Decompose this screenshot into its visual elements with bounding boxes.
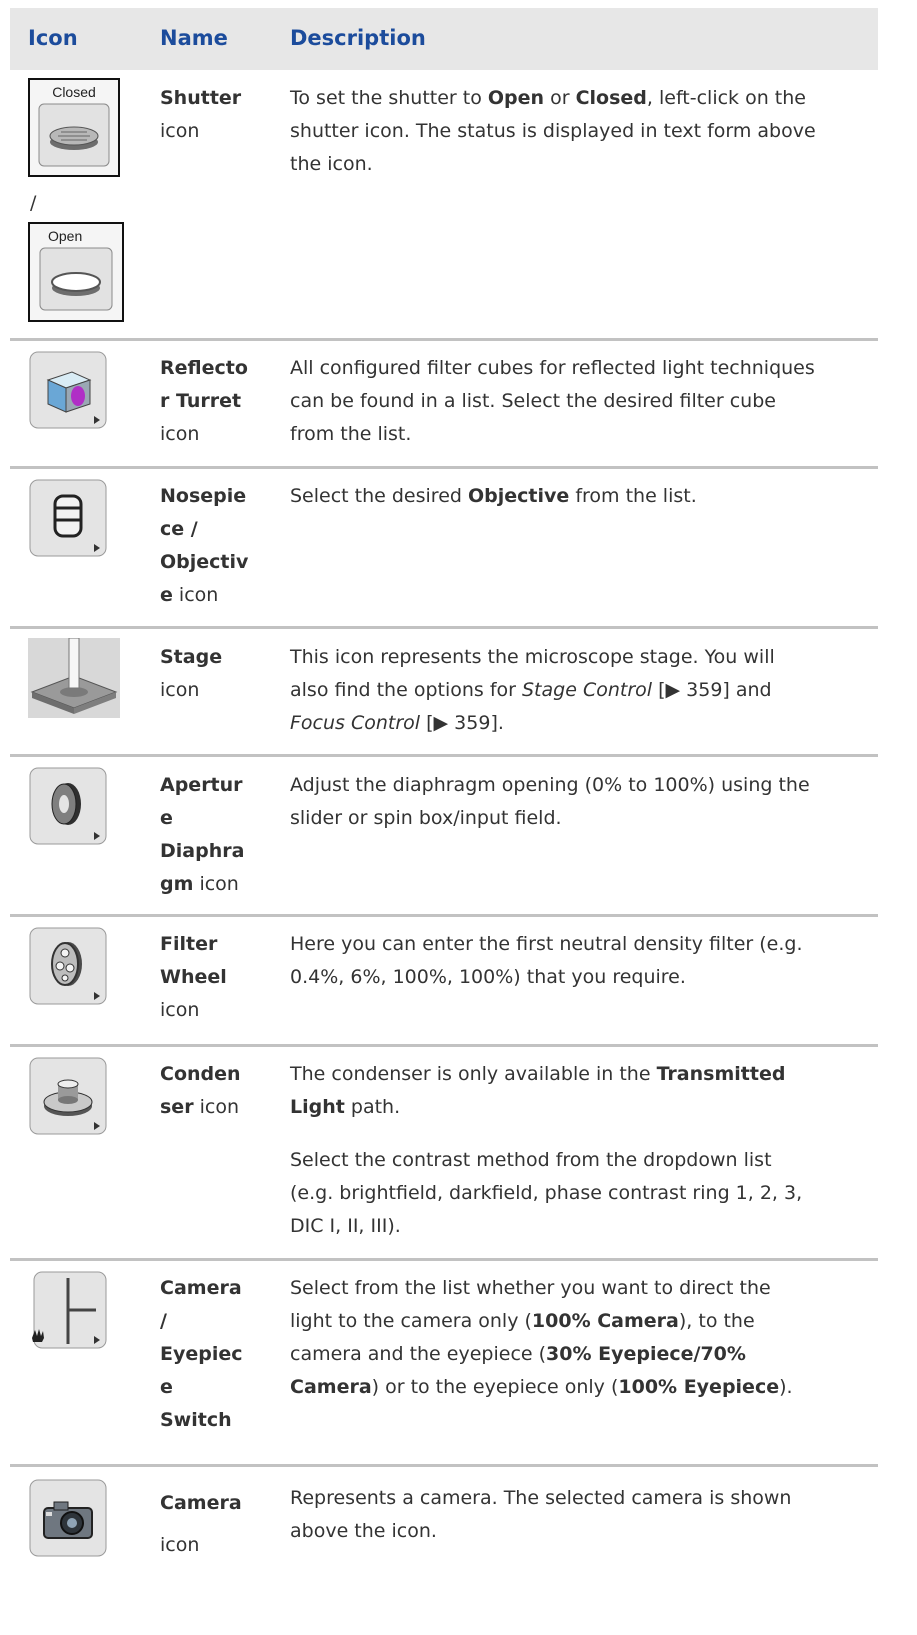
- column-header-description: Description: [290, 26, 426, 50]
- row-condenser-description-2: Select the contrast method from the drop…: [290, 1149, 803, 1237]
- row-divider: [10, 1464, 878, 1467]
- filter-wheel-icon: [28, 926, 108, 1006]
- row-camera-switch-description: Select from the list whether you want to…: [290, 1277, 793, 1398]
- row-divider: [10, 1044, 878, 1047]
- row-aperture-name: Apertur e Diaphra gm icon: [160, 774, 245, 895]
- reflector-turret-icon: [28, 350, 108, 430]
- icon-separator: /: [30, 192, 37, 214]
- stage-control-link[interactable]: Stage Control: [522, 679, 652, 701]
- aperture-diaphragm-icon: [28, 766, 108, 846]
- row-divider: [10, 466, 878, 469]
- condenser-icon: [28, 1056, 108, 1136]
- row-divider: [10, 914, 878, 917]
- row-stage-name: Stage icon: [160, 646, 223, 701]
- camera-eyepiece-switch-icon: [28, 1270, 108, 1350]
- row-filter-wheel-name: Filter Wheel icon: [160, 933, 227, 1021]
- row-divider: [10, 754, 878, 757]
- nosepiece-objective-icon: [28, 478, 108, 558]
- row-nosepiece-description: Select the desired Objective from the li…: [290, 485, 697, 507]
- row-divider: [10, 1258, 878, 1261]
- row-camera-switch-name: Camera / Eyepiec e Switch: [160, 1277, 243, 1431]
- shutter-closed-icon: Closed: [28, 78, 120, 177]
- column-header-name: Name: [160, 26, 228, 50]
- document-page: { "header": { "col_icon": "Icon", "col_n…: [0, 0, 917, 1635]
- row-filter-wheel-description: Here you can enter the first neutral den…: [290, 933, 803, 988]
- row-divider: [10, 338, 878, 341]
- row-nosepiece-name: Nosepie ce / Objectiv e icon: [160, 485, 249, 606]
- shutter-open-label: Open: [48, 228, 82, 244]
- camera-icon: [28, 1478, 108, 1558]
- row-condenser-name: Conden ser icon: [160, 1063, 241, 1118]
- row-camera-name: Camera icon: [160, 1492, 242, 1556]
- row-divider: [10, 626, 878, 629]
- row-camera-description: Represents a camera. The selected camera…: [290, 1487, 792, 1542]
- focus-control-link[interactable]: Focus Control: [290, 712, 420, 734]
- table-header: Icon Name Description: [10, 8, 878, 70]
- shutter-open-icon: Open: [28, 222, 124, 322]
- row-shutter-description: To set the shutter to Open or Closed, le…: [290, 87, 816, 175]
- row-stage-description: This icon represents the microscope stag…: [290, 646, 775, 734]
- column-header-icon: Icon: [28, 26, 78, 50]
- stage-icon: [28, 638, 120, 718]
- row-aperture-description: Adjust the diaphragm opening (0% to 100%…: [290, 774, 810, 829]
- row-reflector-name: Reflecto r Turret icon: [160, 357, 248, 445]
- shutter-closed-label: Closed: [52, 84, 96, 100]
- row-reflector-description: All configured filter cubes for reflecte…: [290, 357, 815, 445]
- row-shutter-name: Shutter icon: [160, 87, 242, 142]
- row-condenser-description: The condenser is only available in the T…: [290, 1063, 786, 1118]
